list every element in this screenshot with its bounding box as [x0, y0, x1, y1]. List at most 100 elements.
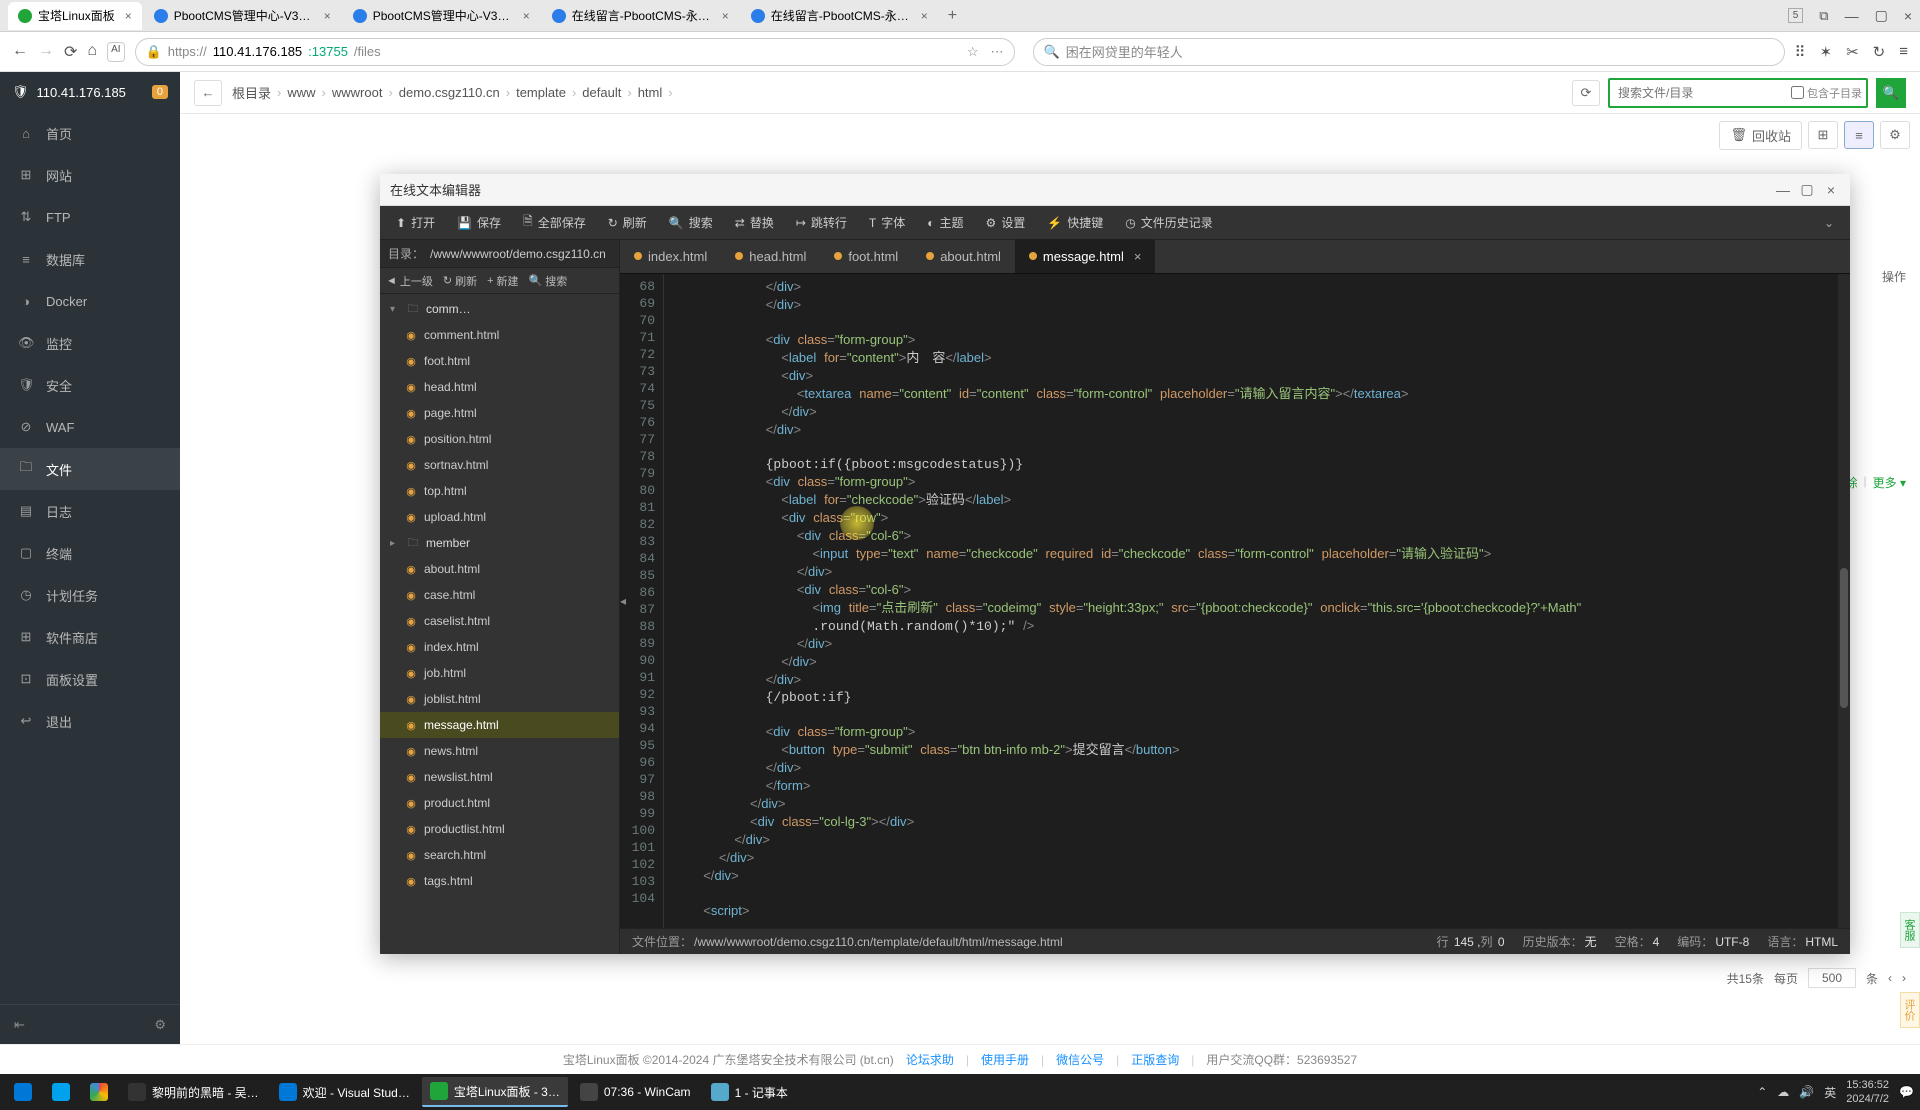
editor-menu-item[interactable]: ⬆打开 — [386, 210, 445, 235]
settings-icon[interactable]: ⚙ — [154, 1017, 166, 1033]
task-item[interactable]: 1 - 记事本 — [703, 1077, 796, 1107]
tree-file[interactable]: ◉head.html — [380, 374, 619, 400]
collapse-icon[interactable]: ⇤ — [14, 1017, 25, 1033]
breadcrumb-seg[interactable]: www — [287, 85, 315, 100]
history-icon[interactable]: ↻ — [1873, 43, 1886, 61]
code-content[interactable]: </div> </div> <div class="form-group"> <… — [664, 274, 1850, 928]
editor-menu-item[interactable]: ↻刷新 — [598, 210, 657, 235]
browser-search-input[interactable]: 🔍 困在网贷里的年轻人 — [1033, 38, 1785, 66]
status-line[interactable]: 行 145 ,列 0 — [1436, 933, 1504, 950]
menu-chevron-down-icon[interactable]: ⌄ — [1814, 212, 1844, 234]
tree-file[interactable]: ◉comment.html — [380, 322, 619, 348]
sidebar-item[interactable]: ◷计划任务 — [0, 574, 180, 616]
tree-file[interactable]: ◉about.html — [380, 556, 619, 582]
editor-menu-item[interactable]: 💾保存 — [447, 210, 511, 235]
file-search-input[interactable] — [1610, 86, 1787, 100]
task-item[interactable]: 宝塔Linux面板 - 3… — [422, 1077, 568, 1107]
notify-badge[interactable]: 0 — [152, 85, 168, 99]
sidebar-item[interactable]: ⊞软件商店 — [0, 616, 180, 658]
browser-tab[interactable]: PbootCMS管理中心-V3.2.5× — [343, 2, 540, 30]
op-search[interactable]: 🔍 搜索 — [529, 273, 568, 289]
pagination-value[interactable]: 500 — [1808, 968, 1856, 988]
tab-close-icon[interactable]: × — [1134, 249, 1142, 264]
bookmark-star-icon[interactable]: ☆ — [967, 44, 979, 60]
tree-file[interactable]: ◉top.html — [380, 478, 619, 504]
editor-tab[interactable]: about.html — [912, 239, 1015, 273]
tree-file[interactable]: ◉message.html — [380, 712, 619, 738]
editor-menu-item[interactable]: 🔍搜索 — [659, 210, 723, 235]
tray-icon[interactable]: 🔊 — [1799, 1085, 1814, 1099]
url-more-icon[interactable]: ⋯ — [991, 44, 1004, 60]
start-button[interactable] — [6, 1077, 40, 1107]
browser-tab[interactable]: 宝塔Linux面板× — [8, 2, 142, 30]
footer-link[interactable]: 论坛求助 — [906, 1051, 954, 1068]
editor-menu-item[interactable]: 🗎全部保存 — [513, 208, 596, 237]
tree-file[interactable]: ◉caselist.html — [380, 608, 619, 634]
breadcrumb-seg[interactable]: demo.csgz110.cn — [399, 85, 500, 100]
notification-icon[interactable]: 💬 — [1899, 1085, 1914, 1099]
nav-ai-icon[interactable]: AI — [107, 42, 124, 62]
tree-file[interactable]: ◉newslist.html — [380, 764, 619, 790]
editor-menu-item[interactable]: T字体 — [859, 210, 915, 235]
tree-file[interactable]: ◉upload.html — [380, 504, 619, 530]
tree-file[interactable]: ◉page.html — [380, 400, 619, 426]
editor-maximize-icon[interactable]: ▢ — [1798, 181, 1816, 198]
file-search-button[interactable]: 🔍 — [1876, 78, 1906, 108]
tree-file[interactable]: ◉joblist.html — [380, 686, 619, 712]
nav-back-icon[interactable]: ← — [12, 42, 28, 62]
tray-ime[interactable]: 英 — [1824, 1084, 1836, 1101]
breadcrumb-seg[interactable]: wwwroot — [332, 85, 383, 100]
sidebar-item[interactable]: ⊘WAF — [0, 406, 180, 448]
close-icon[interactable]: × — [324, 9, 331, 23]
tray-icon[interactable]: ⌃ — [1757, 1085, 1767, 1099]
extensions-icon[interactable]: ⧉ — [1819, 8, 1828, 24]
nav-reload-icon[interactable]: ⟳ — [64, 42, 77, 62]
tree-file[interactable]: ◉index.html — [380, 634, 619, 660]
editor-tab[interactable]: head.html — [721, 239, 820, 273]
nav-home-icon[interactable]: ⌂ — [87, 42, 97, 62]
customer-service-tab[interactable]: 客服 — [1900, 912, 1920, 948]
sidebar-item[interactable]: ⊡面板设置 — [0, 658, 180, 700]
tray-icon[interactable]: ☁ — [1777, 1085, 1789, 1099]
scissors-icon[interactable]: ✂ — [1846, 43, 1859, 61]
tree-file[interactable]: ◉position.html — [380, 426, 619, 452]
task-item[interactable]: 欢迎 - Visual Stud… — [271, 1077, 418, 1107]
editor-close-icon[interactable]: × — [1822, 182, 1840, 198]
apps-icon[interactable]: ⠿ — [1795, 43, 1806, 61]
address-bar[interactable]: 🔒 https://110.41.176.185:13755/files ☆ ⋯ — [135, 38, 1015, 66]
status-spaces[interactable]: 空格：4 — [1615, 933, 1660, 950]
sidebar-item[interactable]: 🛡安全 — [0, 364, 180, 406]
editor-minimize-icon[interactable]: — — [1774, 182, 1792, 198]
op-refresh[interactable]: ↻ 刷新 — [443, 273, 477, 289]
new-tab-button[interactable]: + — [940, 2, 965, 30]
downloads-icon[interactable]: 5 — [1788, 8, 1804, 23]
editor-menu-item[interactable]: ◷文件历史记录 — [1115, 210, 1223, 235]
close-icon[interactable]: × — [523, 9, 530, 23]
sidebar-item[interactable]: 👁监控 — [0, 322, 180, 364]
breadcrumb-seg[interactable]: template — [516, 85, 566, 100]
tree-file[interactable]: ◉tags.html — [380, 868, 619, 894]
sidebar-item[interactable]: ◑Docker — [0, 280, 180, 322]
star-icon[interactable]: ✶ — [1820, 43, 1833, 61]
breadcrumb-seg[interactable]: default — [582, 85, 621, 100]
taskbar-clock[interactable]: 15:36:52 2024/7/2 — [1846, 1078, 1889, 1106]
sidebar-item[interactable]: ⇅FTP — [0, 196, 180, 238]
sidebar-item[interactable]: ⌂首页 — [0, 112, 180, 154]
close-icon[interactable]: × — [722, 9, 729, 23]
tree-file[interactable]: ◉productlist.html — [380, 816, 619, 842]
editor-menu-item[interactable]: ◐主题 — [917, 210, 973, 235]
tree-file[interactable]: ◉sortnav.html — [380, 452, 619, 478]
vertical-scrollbar[interactable] — [1838, 274, 1850, 928]
breadcrumb-reload-button[interactable]: ⟳ — [1572, 80, 1600, 106]
task-item[interactable]: 黎明前的黑暗 - 吴… — [120, 1077, 267, 1107]
pagination-prev-icon[interactable]: ‹ — [1888, 971, 1892, 985]
view-settings-button[interactable]: ⚙ — [1880, 121, 1910, 149]
view-list-button[interactable]: ≡ — [1844, 121, 1874, 149]
include-subdir-checkbox[interactable]: 包含子目录 — [1787, 85, 1866, 101]
tree-file[interactable]: ◉product.html — [380, 790, 619, 816]
status-history[interactable]: 历史版本：无 — [1523, 933, 1597, 950]
footer-link[interactable]: 正版查询 — [1131, 1051, 1179, 1068]
task-item[interactable] — [44, 1077, 78, 1107]
task-item[interactable]: 07:36 - WinCam — [572, 1077, 699, 1107]
sidebar-item[interactable]: ≡数据库 — [0, 238, 180, 280]
